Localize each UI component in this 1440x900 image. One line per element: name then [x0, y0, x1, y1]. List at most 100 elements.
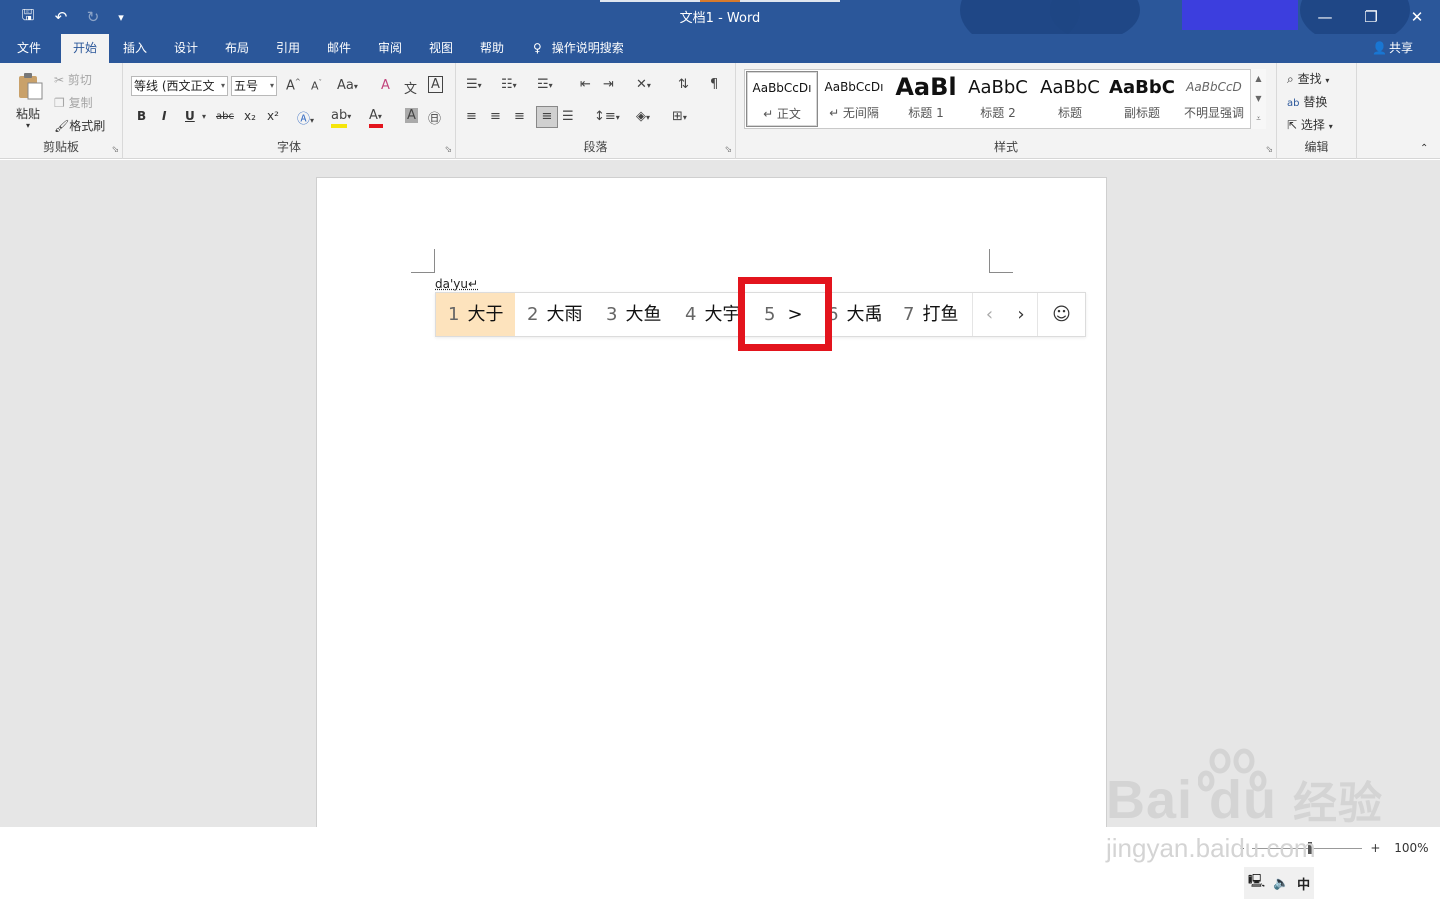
clipboard-group: 粘贴 ▾ ✂ 剪切 ❐ 复制 🖌格式刷 剪贴板 ⬂ — [0, 63, 123, 159]
document-page[interactable]: da'yu↵ — [316, 177, 1107, 827]
style-subtitle[interactable]: AaBbC 副标题 — [1106, 71, 1178, 127]
tab-help[interactable]: 帮助 — [471, 34, 513, 63]
paragraph-launcher-icon[interactable]: ⬂ — [724, 145, 732, 155]
subscript-button[interactable]: x₂ — [244, 109, 256, 123]
minimize-button[interactable]: — — [1302, 0, 1348, 34]
show-marks-icon[interactable]: ¶ — [710, 77, 718, 92]
find-button[interactable]: ⌕ 查找 ▾ — [1287, 70, 1329, 87]
shading-icon[interactable]: ◈▾ — [636, 109, 650, 124]
ime-mode-indicator[interactable]: 中 — [1297, 874, 1310, 893]
underline-dropdown-icon[interactable]: ▾ — [202, 112, 206, 121]
font-color-icon[interactable]: A▾ — [369, 108, 383, 128]
paste-button[interactable]: 粘贴 — [16, 105, 40, 122]
style-name: 标题 2 — [980, 106, 1016, 120]
highlight-color-icon[interactable]: ab▾ — [331, 108, 351, 128]
enclose-characters-icon[interactable]: ㊐ — [428, 108, 441, 127]
ime-next-page-icon[interactable]: › — [1004, 293, 1038, 336]
style-preview: AaBbC — [968, 77, 1028, 98]
volume-icon[interactable]: 🔈 — [1273, 876, 1289, 891]
style-subtle-emphasis[interactable]: AaBbCcD 不明显强调 — [1178, 71, 1250, 127]
grow-font-icon[interactable]: A^ — [286, 78, 301, 93]
scroll-down-icon[interactable]: ▼ — [1251, 89, 1266, 109]
tab-layout[interactable]: 布局 — [216, 34, 258, 63]
search-icon: ⌕ — [1287, 72, 1294, 86]
highlight-annotation-box — [738, 277, 832, 351]
tab-design[interactable]: 设计 — [165, 34, 207, 63]
zoom-slider[interactable] — [1252, 842, 1363, 854]
tab-view[interactable]: 视图 — [420, 34, 462, 63]
chinese-layout-icon[interactable]: ✕▾ — [636, 77, 651, 92]
candidate-2[interactable]: 2 大雨 — [515, 293, 594, 336]
borders-icon[interactable]: ⊞▾ — [672, 109, 687, 124]
text-effects-icon[interactable]: Ⓐ▾ — [297, 108, 314, 127]
font-launcher-icon[interactable]: ⬂ — [444, 145, 452, 155]
paste-icon[interactable] — [16, 71, 46, 100]
strikethrough-button[interactable]: abc — [216, 111, 234, 122]
style-no-spacing[interactable]: AaBbCcDı ↵ 无间隔 — [818, 71, 890, 127]
bold-button[interactable]: B — [137, 109, 146, 123]
replace-button[interactable]: ab 替换 — [1287, 93, 1327, 110]
phonetic-guide-icon[interactable]: 文 — [404, 78, 417, 97]
share-button[interactable]: 👤 共享 — [1372, 34, 1413, 63]
tab-mailings[interactable]: 邮件 — [318, 34, 360, 63]
candidate-6[interactable]: 6 大禹 — [825, 293, 905, 336]
italic-button[interactable]: I — [162, 109, 166, 123]
font-size-combo[interactable]: 五号 ▾ — [231, 76, 277, 96]
align-left-icon[interactable]: ≡ — [466, 109, 477, 124]
tab-references[interactable]: 引用 — [267, 34, 309, 63]
style-normal[interactable]: AaBbCcDı ↵ 正文 — [746, 71, 818, 127]
underline-button[interactable]: U — [185, 109, 195, 123]
candidate-4[interactable]: 4 大宇 — [673, 293, 742, 336]
scroll-up-icon[interactable]: ▲ — [1251, 69, 1266, 89]
more-styles-icon[interactable]: ⩡ — [1251, 109, 1266, 129]
superscript-button[interactable]: x² — [267, 109, 279, 123]
tab-insert[interactable]: 插入 — [114, 34, 156, 63]
style-heading-1[interactable]: AaBl 标题 1 — [890, 71, 962, 127]
line-spacing-icon[interactable]: ↕≡▾ — [594, 109, 620, 124]
style-heading-2[interactable]: AaBbC 标题 2 — [962, 71, 1034, 127]
network-icon[interactable]: 🖳 — [1248, 872, 1265, 894]
collapse-ribbon-icon[interactable]: ⌃ — [1420, 143, 1428, 154]
copy-button[interactable]: ❐ 复制 — [54, 94, 93, 111]
multilevel-list-icon[interactable]: ☲▾ — [537, 77, 553, 92]
window-title: 文档1 - Word — [679, 11, 761, 26]
select-button[interactable]: ⇱ 选择 ▾ — [1287, 116, 1333, 133]
chevron-down-icon: ▾ — [1325, 76, 1330, 85]
candidate-3[interactable]: 3 大鱼 — [594, 293, 673, 336]
tab-review[interactable]: 审阅 — [369, 34, 411, 63]
justify-icon[interactable]: ≡ — [536, 106, 558, 128]
format-painter-button[interactable]: 🖌格式刷 — [54, 117, 105, 134]
cut-button[interactable]: ✂ 剪切 — [54, 71, 92, 88]
restore-button[interactable]: ❐ — [1348, 0, 1394, 34]
tab-home[interactable]: 开始 — [61, 34, 109, 63]
paste-dropdown-icon[interactable]: ▾ — [26, 121, 30, 130]
change-case-icon[interactable]: Aa▾ — [337, 78, 358, 93]
tab-file[interactable]: 文件 — [8, 34, 50, 63]
character-border-icon[interactable]: A — [428, 76, 443, 93]
character-shading-icon[interactable]: A — [405, 108, 418, 123]
zoom-level[interactable]: 100% — [1394, 841, 1428, 855]
zoom-out-button[interactable]: - — [1240, 841, 1244, 855]
styles-launcher-icon[interactable]: ⬂ — [1265, 145, 1273, 155]
bullets-icon[interactable]: ☰▾ — [466, 77, 482, 92]
shrink-font-icon[interactable]: Aˇ — [311, 79, 322, 93]
distributed-icon[interactable]: ☰ — [562, 109, 574, 124]
candidate-7[interactable]: 7 打鱼 — [903, 293, 971, 336]
numbering-icon[interactable]: ☷▾ — [501, 77, 517, 92]
style-title[interactable]: AaBbC 标题 — [1034, 71, 1106, 127]
increase-indent-icon[interactable]: ⇥ — [603, 77, 614, 92]
ime-prev-page-icon[interactable]: ‹ — [972, 293, 1006, 336]
font-name-combo[interactable]: 等线 (西文正文 ▾ — [131, 76, 228, 96]
emoji-icon[interactable]: ☺ — [1037, 293, 1085, 336]
zoom-slider-knob[interactable] — [1308, 842, 1313, 854]
align-right-icon[interactable]: ≡ — [514, 109, 525, 124]
close-button[interactable]: ✕ — [1394, 0, 1440, 34]
clear-formatting-icon[interactable]: A — [381, 78, 390, 93]
clipboard-launcher-icon[interactable]: ⬂ — [111, 145, 119, 155]
sort-icon[interactable]: ⇅ — [678, 77, 689, 92]
align-center-icon[interactable]: ≡ — [490, 109, 501, 124]
candidate-1[interactable]: 1 大于 — [436, 293, 515, 336]
tell-me-search[interactable]: ♀ 操作说明搜索 — [533, 34, 624, 63]
zoom-in-button[interactable]: + — [1370, 841, 1380, 855]
decrease-indent-icon[interactable]: ⇤ — [580, 77, 591, 92]
